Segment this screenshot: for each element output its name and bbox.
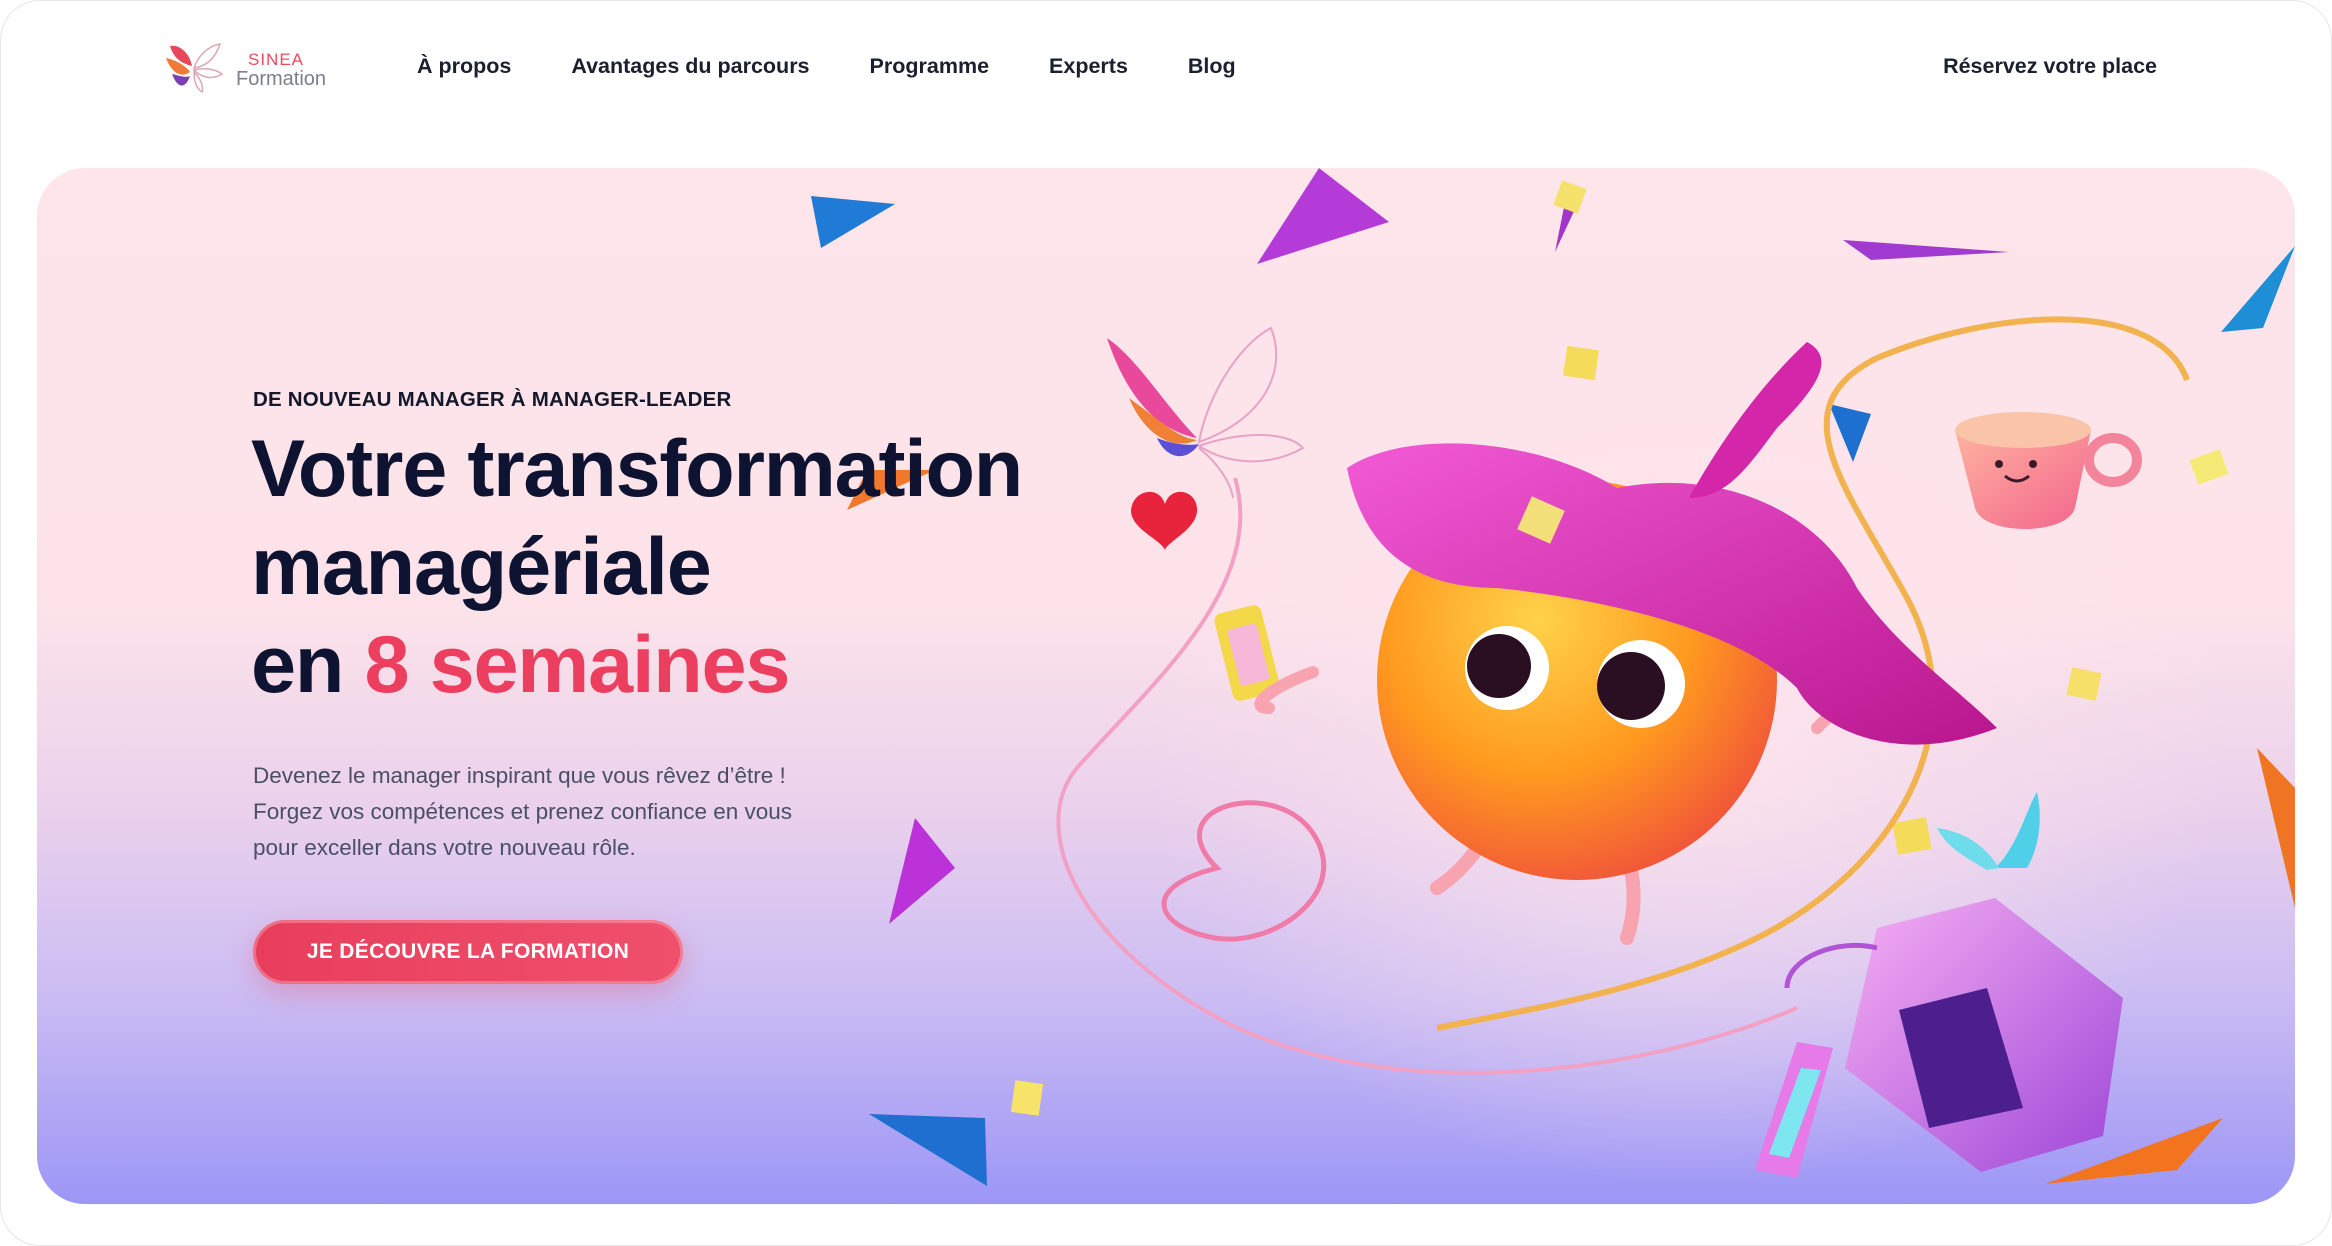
confetti-triangle	[1829, 404, 1871, 462]
hero-description: Devenez le manager inspirant que vous rê…	[253, 758, 1013, 866]
headline-accent: 8 semaines	[364, 620, 790, 710]
confetti-square	[1553, 180, 1587, 214]
headline-line-3-prefix: en	[251, 620, 365, 710]
discover-training-button[interactable]: JE DÉCOUVRE LA FORMATION	[253, 920, 683, 984]
headline-line-1: Votre transformation	[251, 424, 1023, 514]
confetti-square	[1892, 817, 1932, 855]
computer-decoration	[1784, 792, 2123, 1172]
description-line-2: Forgez vos compétences et prenez confian…	[253, 799, 793, 824]
confetti-triangle	[1257, 168, 1389, 264]
hero-headline: Votre transformation managériale en 8 se…	[251, 420, 1231, 714]
nav-item-a-propos[interactable]: À propos	[417, 54, 511, 79]
butterfly-logo-icon	[166, 43, 224, 94]
logo-wordmark-bottom: Formation	[236, 68, 327, 90]
card-decoration	[1755, 1042, 1833, 1178]
confetti-triangle	[2257, 748, 2295, 908]
confetti-triangle	[2221, 246, 2295, 332]
browser-viewport: SINEA Formation À propos Avantages du pa…	[0, 0, 2332, 1246]
headline-line-2: managériale	[251, 522, 712, 612]
nav-item-experts[interactable]: Experts	[1049, 54, 1128, 79]
confetti-square	[1563, 345, 1599, 381]
nav-item-blog[interactable]: Blog	[1188, 54, 1236, 79]
confetti-triangle	[811, 196, 895, 248]
description-line-1: Devenez le manager inspirant que vous rê…	[253, 763, 786, 788]
confetti-square	[1010, 1080, 1044, 1116]
nav-item-programme[interactable]: Programme	[870, 54, 990, 79]
coffee-cup-decoration	[1955, 412, 2142, 529]
reserve-place-link[interactable]: Réservez votre place	[1943, 54, 2157, 79]
confetti-square	[2066, 667, 2102, 701]
confetti-triangle	[869, 1114, 987, 1186]
description-line-3: pour exceller dans votre nouveau rôle.	[253, 835, 636, 860]
confetti-square	[2189, 449, 2229, 485]
logo-wordmark-top: SINEA	[248, 50, 305, 69]
hero-eyebrow: DE NOUVEAU MANAGER À MANAGER-LEADER	[253, 388, 732, 411]
headline-line-3: en 8 semaines	[251, 616, 1231, 714]
site-header: SINEA Formation À propos Avantages du pa…	[0, 0, 2332, 140]
main-nav: À propos Avantages du parcours Programme…	[417, 54, 1296, 79]
hero-section: DE NOUVEAU MANAGER À MANAGER-LEADER Votr…	[37, 168, 2295, 1204]
logo-link[interactable]: SINEA Formation	[162, 38, 352, 98]
mascot-character	[1254, 342, 1997, 945]
confetti-triangle	[1843, 240, 2009, 260]
nav-item-avantages[interactable]: Avantages du parcours	[571, 54, 809, 79]
